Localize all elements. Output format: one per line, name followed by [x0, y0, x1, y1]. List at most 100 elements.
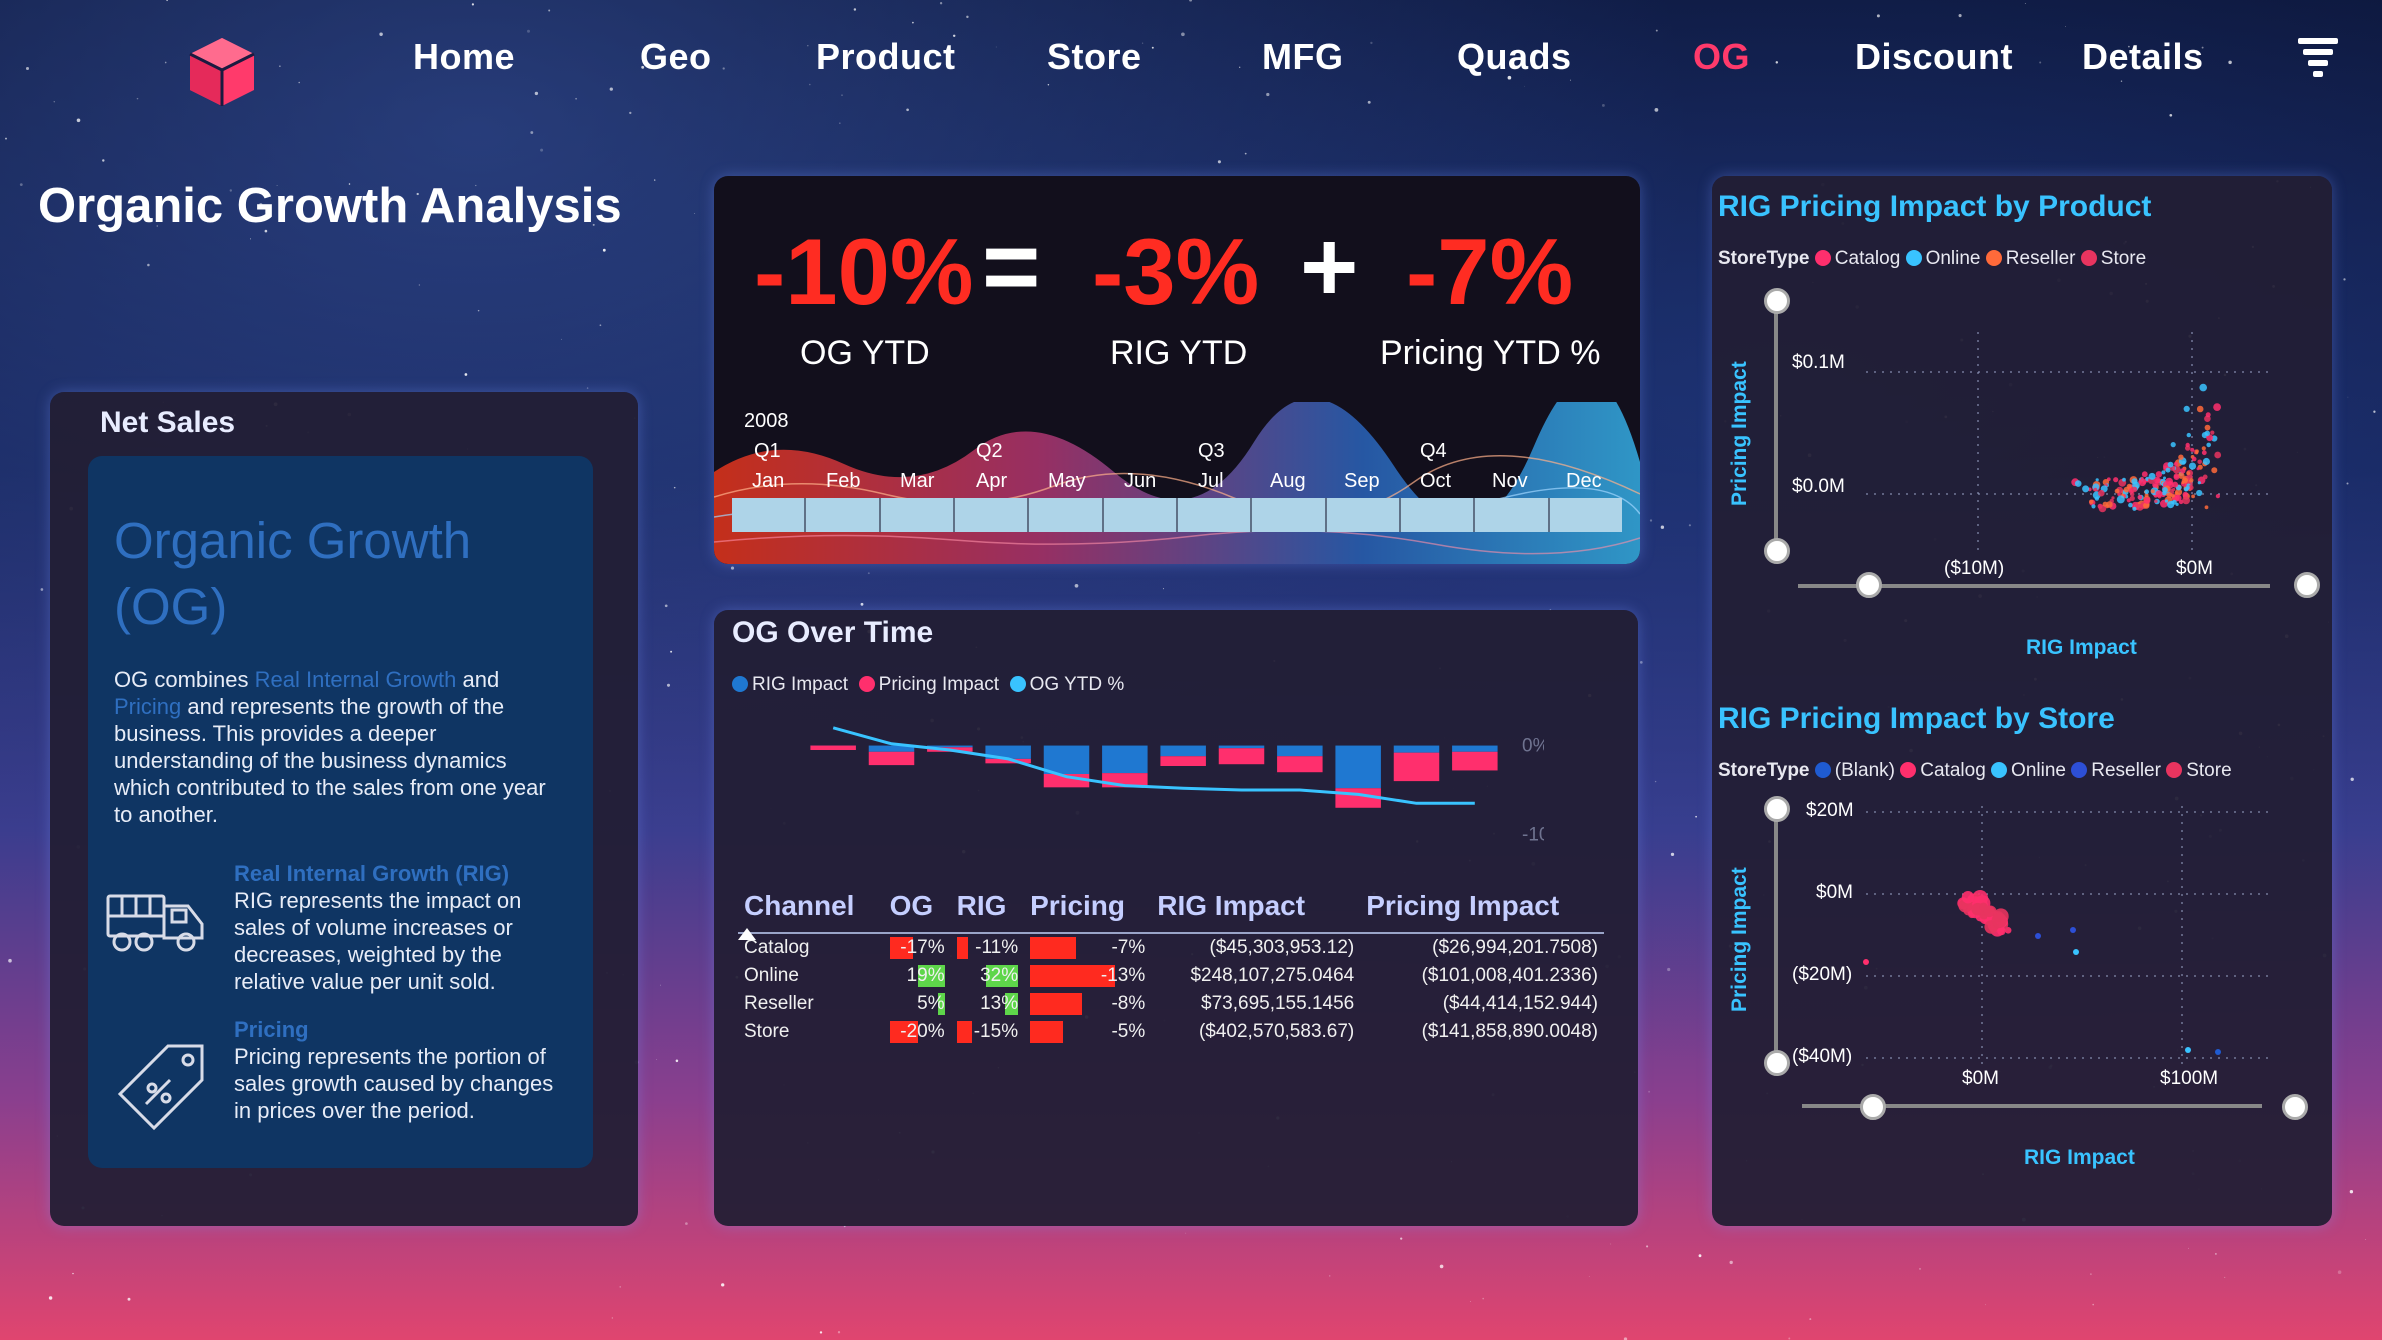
scatter-point[interactable] — [2143, 497, 2151, 504]
table-row[interactable]: Reseller 5% 13% -8% $73,695,155.1456 ($44,414… — [738, 990, 1604, 1018]
scatter-point[interactable] — [2132, 506, 2137, 511]
scatter-point[interactable] — [2210, 430, 2215, 435]
legend-item-reseller[interactable]: Reseller — [2071, 760, 2161, 781]
legend-item-online[interactable]: Online — [1905, 248, 1981, 269]
y-slider-bottom-handle[interactable] — [1764, 538, 1790, 564]
scatter-point[interactable] — [2122, 477, 2126, 482]
og-over-time-chart[interactable]: 0% -10% — [804, 710, 1544, 870]
scatter-point[interactable] — [2035, 933, 2041, 939]
scatter-point[interactable] — [2166, 492, 2173, 498]
bar-rig-impact[interactable] — [1277, 745, 1323, 757]
scatter-point[interactable] — [2214, 451, 2222, 459]
bar-rig-impact[interactable] — [1335, 745, 1381, 789]
column-header-pricing[interactable]: Pricing — [1024, 890, 1152, 934]
bar-rig-impact[interactable] — [1218, 745, 1265, 749]
legend-item-blank[interactable]: (Blank) — [1814, 760, 1895, 781]
nav-home[interactable]: Home — [413, 36, 515, 78]
scatter-point[interactable] — [2173, 461, 2179, 467]
scatter-point[interactable] — [2150, 489, 2155, 494]
bar-pricing-impact[interactable] — [1452, 751, 1498, 771]
bar-rig-impact[interactable] — [1452, 745, 1498, 752]
scatter-point[interactable] — [2184, 487, 2188, 491]
timeline-cell-may[interactable] — [1029, 498, 1104, 532]
nav-mfg[interactable]: MFG — [1262, 36, 1343, 78]
nav-details[interactable]: Details — [2082, 36, 2204, 78]
legend-item-store[interactable]: Store — [2080, 248, 2146, 269]
y-slider-bottom-handle[interactable] — [1764, 1050, 1790, 1076]
scatter-point[interactable] — [2155, 490, 2163, 498]
timeline-cell-sep[interactable] — [1326, 498, 1401, 532]
scatter-point[interactable] — [2202, 457, 2210, 466]
timeline-cell-feb[interactable] — [806, 498, 881, 532]
legend-item-online[interactable]: Online — [1991, 760, 2066, 781]
scatter-point[interactable] — [2188, 462, 2197, 470]
timeline-cell-aug[interactable] — [1252, 498, 1327, 532]
column-header-rig-impact[interactable]: RIG Impact — [1151, 890, 1361, 934]
timeline-cell-mar[interactable] — [880, 498, 955, 532]
scatter-store-plot[interactable] — [1758, 806, 2288, 1146]
cube-icon[interactable] — [182, 32, 262, 112]
legend-item-rig-impact[interactable]: RIG Impact — [732, 674, 848, 695]
bar-pricing-impact[interactable] — [1277, 756, 1323, 773]
legend-item-store[interactable]: Store — [2166, 760, 2232, 781]
timeline-slicer[interactable] — [732, 498, 1622, 532]
scatter-point[interactable] — [2202, 474, 2208, 480]
x-slider-left-handle[interactable] — [1856, 572, 1882, 598]
scatter-point[interactable] — [2199, 383, 2207, 392]
x-slider-left-handle[interactable] — [1860, 1094, 1886, 1120]
scatter-point[interactable] — [2073, 949, 2079, 955]
scatter-point[interactable] — [2172, 487, 2176, 492]
legend-item-reseller[interactable]: Reseller — [1985, 248, 2075, 269]
scatter-point[interactable] — [2204, 424, 2211, 431]
scatter-point[interactable] — [2206, 442, 2211, 448]
scatter-point[interactable] — [2205, 412, 2211, 418]
scatter-point[interactable] — [2204, 430, 2210, 436]
scatter-point[interactable] — [2196, 467, 2200, 471]
scatter-point[interactable] — [2190, 447, 2195, 452]
scatter-point[interactable] — [2167, 501, 2175, 509]
scatter-point[interactable] — [2114, 488, 2120, 494]
scatter-point[interactable] — [2201, 446, 2206, 451]
nav-quads[interactable]: Quads — [1457, 36, 1572, 78]
legend-item-og-ytd[interactable]: OG YTD % — [1009, 674, 1124, 695]
bar-rig-impact[interactable] — [1102, 745, 1148, 774]
table-row[interactable]: Catalog -17% -11% -7% ($45,303,953.12) ($26,9… — [738, 933, 1604, 962]
scatter-point[interactable] — [2116, 495, 2125, 504]
scatter-point[interactable] — [2185, 1047, 2191, 1053]
scatter-point[interactable] — [2180, 468, 2186, 474]
bar-rig-impact[interactable] — [1043, 745, 1090, 774]
scatter-point[interactable] — [2211, 467, 2218, 474]
scatter-point[interactable] — [2111, 496, 2115, 500]
timeline-cell-jun[interactable] — [1103, 498, 1178, 532]
scatter-point[interactable] — [2161, 470, 2166, 475]
scatter-point[interactable] — [2197, 481, 2201, 485]
scatter-point[interactable] — [2195, 451, 2199, 455]
bar-pricing-impact[interactable] — [1218, 748, 1265, 765]
scatter-point[interactable] — [2089, 499, 2094, 505]
bar-pricing-impact[interactable] — [1160, 756, 1206, 766]
nav-geo[interactable]: Geo — [640, 36, 712, 78]
scatter-point[interactable] — [2095, 478, 2099, 482]
nav-product[interactable]: Product — [816, 36, 956, 78]
scatter-point[interactable] — [2170, 442, 2176, 448]
timeline-cell-jan[interactable] — [732, 498, 807, 532]
filter-icon[interactable] — [2298, 36, 2338, 80]
scatter-point[interactable] — [2131, 478, 2138, 485]
scatter-point[interactable] — [2204, 505, 2209, 510]
legend-item-catalog[interactable]: Catalog — [1814, 248, 1900, 269]
scatter-point[interactable] — [2154, 499, 2158, 503]
scatter-point[interactable] — [2197, 459, 2202, 465]
scatter-point[interactable] — [2171, 494, 2175, 498]
scatter-point[interactable] — [1863, 959, 1869, 965]
column-header-og[interactable]: OG — [883, 890, 951, 934]
scatter-point[interactable] — [2164, 499, 2169, 503]
scatter-point[interactable] — [2098, 489, 2105, 497]
timeline-cell-dec[interactable] — [1549, 498, 1622, 532]
nav-store[interactable]: Store — [1047, 36, 1142, 78]
timeline-cell-nov[interactable] — [1475, 498, 1550, 532]
scatter-product-plot[interactable] — [1758, 302, 2288, 612]
x-slider-right-handle[interactable] — [2294, 572, 2320, 598]
scatter-point[interactable] — [2174, 491, 2179, 495]
y-slider-top-handle[interactable] — [1764, 288, 1790, 314]
timeline-cell-jul[interactable] — [1177, 498, 1253, 532]
